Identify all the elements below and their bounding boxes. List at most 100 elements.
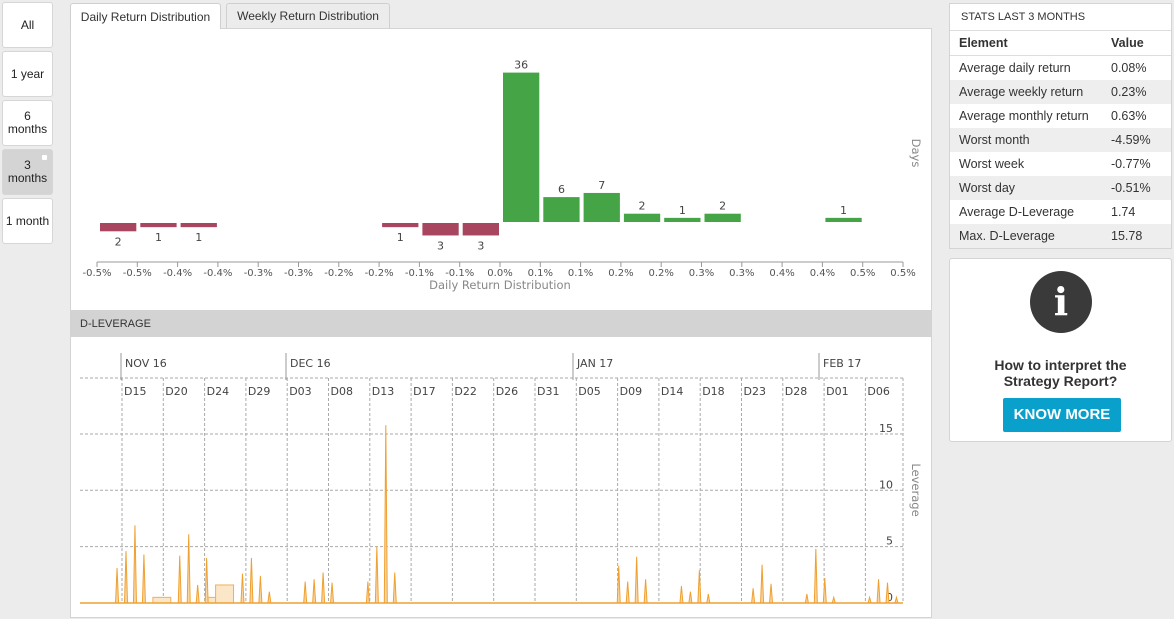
bar-label: 1 bbox=[195, 231, 202, 244]
x-tick-label: 0.3% bbox=[689, 268, 714, 279]
leverage-spike bbox=[634, 556, 639, 604]
tab-label: Daily Return Distribution bbox=[80, 9, 211, 24]
histogram-bar bbox=[100, 223, 137, 232]
leverage-spike bbox=[813, 548, 818, 604]
day-label: D31 bbox=[537, 385, 559, 398]
month-label: FEB 17 bbox=[823, 357, 861, 370]
stat-value: 1.74 bbox=[1111, 205, 1136, 219]
leverage-spike bbox=[768, 583, 774, 604]
stat-value: 0.63% bbox=[1111, 109, 1147, 123]
y-tick-label: 10 bbox=[879, 478, 893, 491]
leverage-spike bbox=[258, 575, 263, 604]
day-label: D14 bbox=[661, 385, 683, 398]
day-label: D08 bbox=[331, 385, 353, 398]
day-label: D01 bbox=[826, 385, 848, 398]
x-tick-label: -0.2% bbox=[324, 268, 353, 279]
leverage-spike bbox=[204, 557, 209, 604]
x-tick-label: -0.4% bbox=[163, 268, 192, 279]
day-label: D03 bbox=[289, 385, 311, 398]
y-axis-title: Days bbox=[909, 139, 923, 168]
leverage-spike bbox=[321, 572, 326, 604]
header-element: Element bbox=[959, 36, 1008, 50]
stat-label: Worst week bbox=[959, 157, 1025, 171]
histogram-bar bbox=[825, 217, 862, 222]
stat-value: -0.51% bbox=[1111, 181, 1151, 195]
leverage-plateau bbox=[215, 584, 235, 604]
tab-daily-return-distribution[interactable]: Daily Return Distribution bbox=[70, 3, 221, 29]
x-tick-label: -0.3% bbox=[244, 268, 273, 279]
x-tick-label: -0.4% bbox=[203, 268, 232, 279]
histogram-bar bbox=[462, 223, 499, 236]
leverage-spike bbox=[267, 591, 272, 604]
leverage-spike bbox=[177, 555, 182, 604]
leverage-spike bbox=[643, 579, 648, 604]
month-label: DEC 16 bbox=[290, 357, 331, 370]
stats-row: Average D-Leverage 1.74 bbox=[950, 200, 1171, 224]
month-label: NOV 16 bbox=[125, 357, 167, 370]
histogram-bar bbox=[180, 223, 217, 228]
bar-label: 1 bbox=[155, 231, 162, 244]
stats-row: Worst month -4.59% bbox=[950, 128, 1171, 152]
x-tick-label: 0.1% bbox=[568, 268, 593, 279]
histogram-bar bbox=[543, 197, 580, 222]
day-label: D29 bbox=[248, 385, 270, 398]
histogram-bar bbox=[382, 223, 419, 228]
y-tick-label: 15 bbox=[879, 422, 893, 435]
leverage-spike bbox=[240, 573, 245, 604]
x-tick-label: 0.4% bbox=[810, 268, 835, 279]
info-icon: i bbox=[1030, 271, 1092, 333]
leverage-spike bbox=[894, 595, 899, 604]
stat-label: Average weekly return bbox=[959, 85, 1084, 99]
day-label: D05 bbox=[578, 385, 600, 398]
know-more-button[interactable]: KNOW MORE bbox=[1003, 398, 1121, 432]
leverage-spike bbox=[374, 546, 379, 604]
histogram-bar bbox=[422, 223, 459, 236]
bar-label: 7 bbox=[598, 179, 605, 192]
info-question: How to interpret the Strategy Report? bbox=[994, 357, 1127, 389]
stats-table: STATS LAST 3 MONTHS Element Value Averag… bbox=[949, 3, 1172, 249]
leverage-spike bbox=[688, 591, 693, 604]
y-tick-label: 5 bbox=[886, 535, 893, 548]
leverage-spike bbox=[876, 579, 881, 604]
leverage-spike bbox=[141, 554, 146, 604]
leverage-spike bbox=[751, 588, 756, 604]
leverage-spike bbox=[303, 581, 308, 604]
leverage-spike bbox=[195, 584, 200, 604]
day-label: D18 bbox=[702, 385, 724, 398]
leverage-spike bbox=[760, 564, 765, 604]
leverage-spike bbox=[804, 593, 809, 604]
leverage-spike bbox=[312, 579, 317, 604]
x-tick-label: -0.5% bbox=[82, 268, 111, 279]
leverage-plateau bbox=[152, 596, 172, 604]
x-tick-label: 0.5% bbox=[890, 268, 915, 279]
stat-label: Average D-Leverage bbox=[959, 205, 1075, 219]
bar-label: 6 bbox=[558, 183, 565, 196]
leverage-spike bbox=[249, 557, 254, 604]
leverage-spike bbox=[706, 593, 711, 604]
histogram-bar bbox=[704, 213, 741, 222]
day-label: D22 bbox=[454, 385, 476, 398]
month-label: JAN 17 bbox=[576, 357, 613, 370]
histogram-bar bbox=[583, 192, 620, 222]
leverage-spike bbox=[115, 568, 120, 604]
leverage-chart: 051015D15 D20 D24 D29 D03 D08 D13 D17 D22 D26 D31 D… bbox=[80, 353, 923, 604]
leverage-spike bbox=[132, 525, 137, 604]
stat-value: -0.77% bbox=[1111, 157, 1151, 171]
day-label: D09 bbox=[620, 385, 642, 398]
leverage-spike bbox=[831, 595, 836, 604]
x-tick-label: -0.2% bbox=[365, 268, 394, 279]
leverage-spike bbox=[885, 582, 890, 604]
day-label: D24 bbox=[207, 385, 229, 398]
bar-label: 1 bbox=[679, 204, 686, 217]
bar-label: 3 bbox=[437, 239, 444, 252]
stats-row: Average weekly return 0.23% bbox=[950, 80, 1171, 104]
x-tick-label: 0.5% bbox=[850, 268, 875, 279]
leverage-spike bbox=[186, 534, 191, 604]
stat-label: Average monthly return bbox=[959, 109, 1089, 123]
bar-label: 1 bbox=[840, 204, 847, 217]
stats-row: Average monthly return 0.63% bbox=[950, 104, 1171, 128]
stat-label: Max. D-Leverage bbox=[959, 229, 1055, 243]
day-label: D06 bbox=[867, 385, 889, 398]
stats-title: STATS LAST 3 MONTHS bbox=[950, 4, 1171, 31]
stats-row: Worst week -0.77% bbox=[950, 152, 1171, 176]
